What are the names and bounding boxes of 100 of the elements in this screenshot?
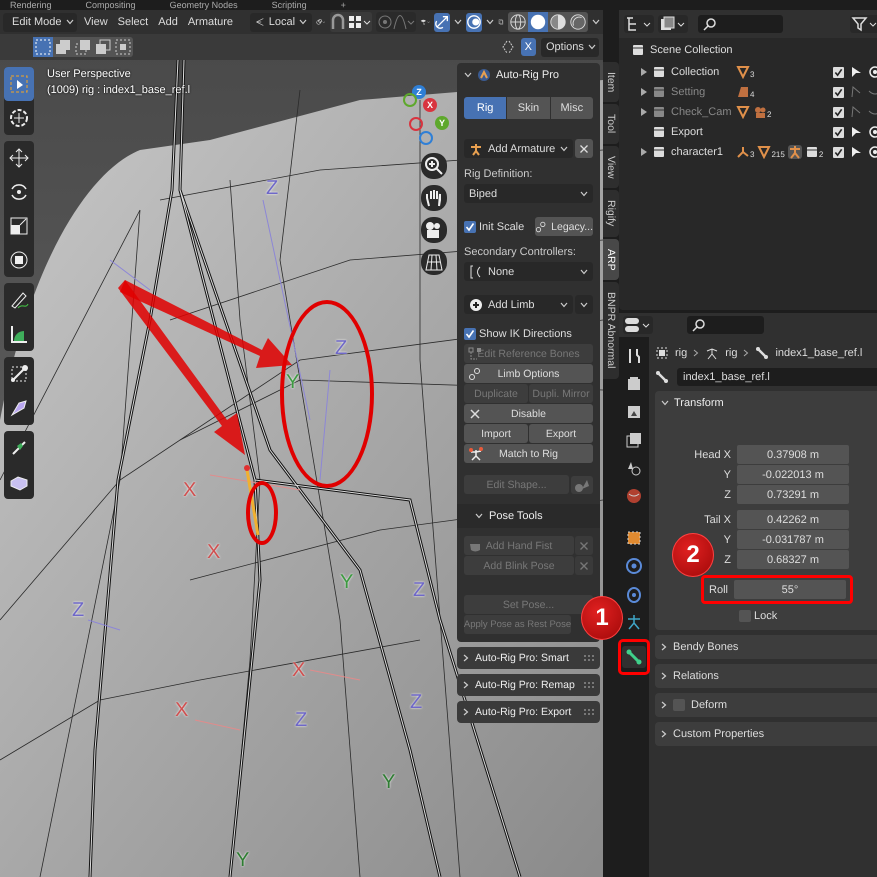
breadcrumb-item[interactable]: index1_base_ref.l <box>775 347 862 359</box>
workspace-tab[interactable]: Rendering <box>10 1 52 10</box>
sidebar-tab[interactable]: ARP <box>603 238 619 280</box>
drag-handle-icon[interactable] <box>584 655 594 661</box>
intersect-selection-icon[interactable] <box>113 37 133 57</box>
breadcrumb-item[interactable]: rig <box>675 347 688 359</box>
action-button[interactable]: Import <box>464 424 528 443</box>
extend-selection-icon[interactable] <box>53 37 73 57</box>
workspace-tab[interactable]: Compositing <box>86 1 136 10</box>
number-field[interactable]: 0.37908 m <box>737 445 849 464</box>
solid-shading-icon[interactable] <box>528 12 548 32</box>
mesh-icon[interactable] <box>736 65 750 79</box>
workspace-tab[interactable]: + <box>340 1 346 10</box>
collapsed-panel[interactable]: Deform <box>655 693 877 717</box>
show-ik-checkbox[interactable]: Show IK Directions <box>464 328 593 340</box>
chevron-down-icon[interactable] <box>454 19 462 25</box>
image-icon[interactable] <box>736 85 750 99</box>
add-armature-dropdown[interactable]: Add Armature <box>464 139 574 158</box>
figure-icon[interactable] <box>788 145 802 159</box>
collapsed-panel[interactable]: Bendy Bones <box>655 635 877 659</box>
select-tool[interactable] <box>4 67 34 101</box>
overlay-toggle[interactable] <box>466 12 482 32</box>
armature-icon[interactable] <box>736 145 750 159</box>
select-toggle-icon[interactable] <box>849 125 864 139</box>
display-mode-icon[interactable] <box>624 15 654 33</box>
sidebar-tab[interactable]: Rigify <box>603 190 619 237</box>
orientation-dropdown[interactable]: Local <box>250 12 312 32</box>
expand-arrow-icon[interactable] <box>641 148 647 156</box>
menu-item[interactable]: Add <box>155 16 181 28</box>
menu-item[interactable]: Select <box>114 16 152 28</box>
collapsed-panel[interactable]: Auto-Rig Pro: Export <box>457 701 600 723</box>
bone-tab[interactable] <box>622 646 646 668</box>
number-field[interactable]: 0.42262 m <box>737 510 849 529</box>
action-button[interactable]: Export <box>529 424 593 443</box>
subtract-selection-icon[interactable] <box>73 37 93 57</box>
action-button[interactable]: Disable <box>464 404 593 423</box>
filter-scene-icon[interactable] <box>658 15 688 33</box>
collapsed-panel[interactable]: Custom Properties <box>655 722 877 746</box>
collapsed-panel[interactable]: Relations <box>655 664 877 688</box>
wireframe-shading-icon[interactable] <box>508 12 528 32</box>
editor-type-icon[interactable] <box>623 316 653 334</box>
close-icon[interactable] <box>579 540 589 550</box>
bone-name-field[interactable]: index1_base_ref.l <box>677 368 877 386</box>
add-limb-dropdown[interactable]: Add Limb <box>464 295 573 314</box>
tree-item[interactable]: Export <box>671 126 731 138</box>
menu-item[interactable]: Armature <box>184 16 236 28</box>
exclude-checkbox[interactable] <box>833 66 844 78</box>
mesh-icon[interactable] <box>757 145 772 159</box>
chevron-down-icon[interactable] <box>486 19 494 25</box>
panel-tab[interactable]: Rig <box>464 97 506 119</box>
chevron-right-icon[interactable] <box>661 701 667 709</box>
number-field[interactable]: -0.031787 m <box>737 530 849 549</box>
drag-handle-icon[interactable] <box>584 709 594 715</box>
panel-tab[interactable]: Misc <box>550 97 593 119</box>
menu-item[interactable]: View <box>81 16 111 28</box>
gizmo-axis-dot[interactable] <box>403 93 417 107</box>
gizmo-axis-dot[interactable] <box>419 131 433 145</box>
breadcrumb-item[interactable]: rig <box>725 347 738 359</box>
panel-tab[interactable]: Skin <box>507 97 550 119</box>
proportional-editing-toggle[interactable] <box>376 12 416 32</box>
lock-checkbox[interactable]: Lock <box>739 610 877 622</box>
gizmo-toggle[interactable] <box>434 12 450 32</box>
x-mirror-toggle[interactable]: X <box>520 38 536 56</box>
sidebar-tab[interactable]: Item <box>603 62 619 102</box>
expand-arrow-icon[interactable] <box>641 68 647 76</box>
chevron-down-icon[interactable] <box>464 72 472 78</box>
chevron-right-icon[interactable] <box>463 681 469 689</box>
rendered-shading-icon[interactable] <box>568 12 588 32</box>
gizmo-axis-dot[interactable] <box>409 117 423 131</box>
tree-item[interactable]: Collection <box>671 66 731 78</box>
collapsed-panel[interactable]: Auto-Rig Pro: Smart <box>457 647 600 669</box>
new-selection-icon[interactable] <box>33 37 53 57</box>
sidebar-tab[interactable]: View <box>603 146 619 188</box>
collapsed-panel[interactable]: Auto-Rig Pro: Remap <box>457 674 600 696</box>
exclude-checkbox[interactable] <box>833 126 844 138</box>
chevron-right-icon[interactable] <box>463 654 469 662</box>
search-field[interactable] <box>698 15 783 33</box>
select-toggle-icon[interactable] <box>849 145 864 159</box>
workspace-tab[interactable]: Scripting <box>272 1 307 10</box>
chevron-right-icon[interactable] <box>463 708 469 716</box>
tree-item[interactable]: Scene Collection <box>650 44 733 56</box>
close-icon[interactable] <box>579 560 589 570</box>
action-button[interactable]: Limb Options <box>464 364 593 383</box>
collection-icon[interactable] <box>804 145 819 159</box>
drag-handle-icon[interactable] <box>584 682 594 688</box>
chevron-down-icon[interactable] <box>661 400 669 406</box>
mesh-icon[interactable] <box>736 105 750 119</box>
secondary-controllers-dropdown[interactable]: None <box>464 262 593 281</box>
chevron-right-icon[interactable] <box>661 672 667 680</box>
mirror-icon[interactable] <box>500 38 516 56</box>
chevron-right-icon[interactable] <box>661 730 667 738</box>
number-field[interactable]: 0.73291 m <box>737 485 849 504</box>
workspace-tab[interactable]: Geometry Nodes <box>170 1 238 10</box>
number-field[interactable]: 55° <box>734 580 846 599</box>
chevron-down-icon[interactable] <box>592 19 600 25</box>
chevron-down-icon[interactable] <box>580 302 588 308</box>
chevron-down-icon[interactable] <box>475 513 483 519</box>
action-button[interactable]: Match to Rig <box>464 444 593 463</box>
number-field[interactable]: 0.68327 m <box>737 550 849 569</box>
number-field[interactable]: -0.022013 m <box>737 465 849 484</box>
